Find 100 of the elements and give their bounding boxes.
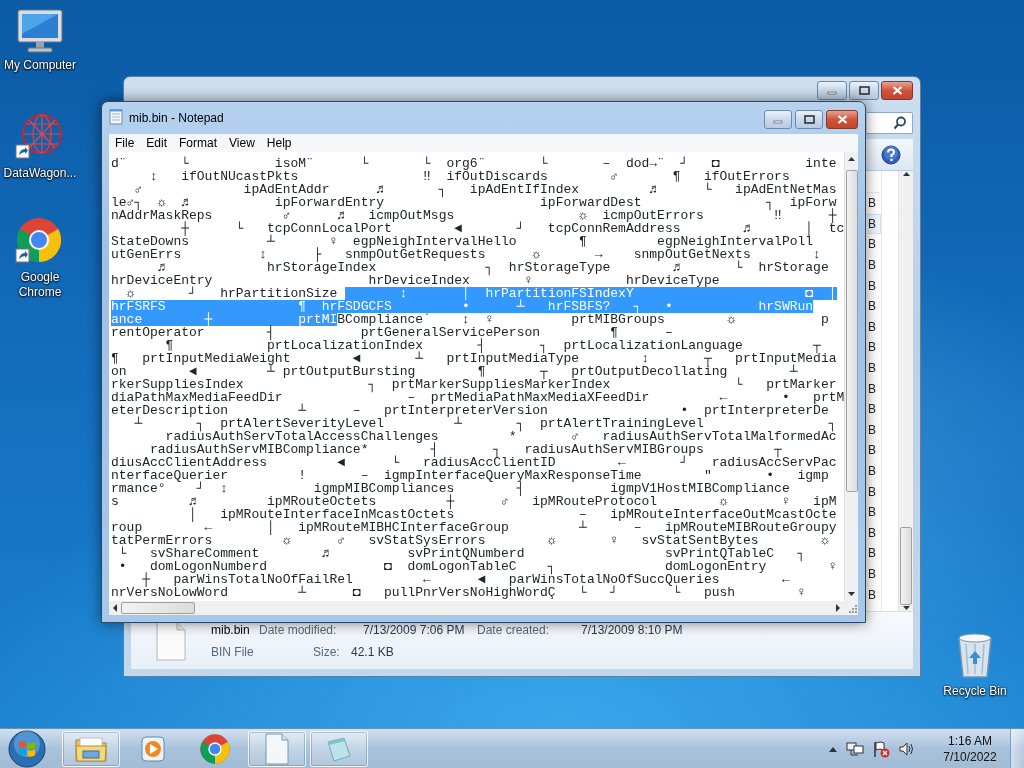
size-text: B (868, 195, 876, 213)
file-type: BIN File (211, 643, 255, 661)
list-row[interactable]: B (867, 522, 881, 544)
text-line: ┼ └ tcpConnLocalPort ◄ ┘ tcpConnRemAddress ♬ │ tc (181, 222, 844, 235)
size-text: B (868, 442, 876, 460)
text-line: StateDowns ┴ ♀ egpNeighIntervalHello ¶ egpNeighIntervalPoll (111, 235, 814, 248)
list-row[interactable]: B (867, 419, 881, 441)
size-text: B (868, 483, 876, 501)
list-row[interactable]: B (867, 357, 881, 379)
size-text: B (868, 524, 876, 542)
text-line: ♂ ipAdEntAddr ♬ ┐ ipAdEntIfIndex ♬ └ ipAdEntNetMas (134, 183, 837, 196)
chrome-icon (199, 732, 231, 765)
size-text: B (868, 463, 876, 480)
menu-item[interactable]: View (223, 135, 261, 151)
maximize-icon (858, 86, 870, 95)
text-line: eterDescription ┴ – prtInterpreterVersion • prtInterpreterDe (111, 404, 829, 417)
text-line: └ svShareComment ♬ svPrintQNumberd svPrintQTableC ┐ (117, 547, 806, 560)
minimize-button[interactable] (817, 81, 847, 100)
size-text: B (868, 257, 876, 275)
icon-label[interactable]: DataWagon... (3, 166, 77, 181)
list-row[interactable]: B (867, 460, 881, 482)
flag-icon[interactable] (872, 739, 890, 758)
list-row[interactable]: B (867, 501, 881, 523)
start-button[interactable] (7, 728, 47, 768)
scroll-thumb[interactable] (121, 602, 195, 614)
size-text: B (868, 236, 876, 254)
list-row[interactable]: B (867, 193, 881, 214)
text-line: rentOperator ┤ prtGeneralServicePerson ¶ – (111, 326, 673, 339)
field-value: 7/13/2009 8:10 PM (581, 621, 683, 639)
text-line: nAddrMaskReps ♂ ♬ icmpOutMsgs ☼ icmpOutErrors ‼ ┼ (111, 209, 837, 222)
network-icon[interactable] (846, 739, 864, 758)
computer-icon[interactable] (14, 8, 66, 54)
size-text: B (868, 318, 876, 336)
list-row[interactable]: B (867, 378, 881, 399)
text-line: rkerSuppliesIndex ┐ prtMarkerSuppliesMarkerIndex └ prtMarker (111, 378, 837, 391)
text-line: nrVersNoLowWord ┴ ◘ pullPnrVersNoHighWordÇ └ ┘ └ push ♀ (111, 586, 806, 599)
scrollbar[interactable] (844, 152, 858, 601)
menu-item[interactable]: Format (173, 135, 224, 151)
text-line: ☼ ┘ hrPartitionSize (126, 287, 339, 300)
text-line: radiusAuthServMIBCompliance* ┤ ┐ radiusAuthServMIBGroups ┬ (149, 443, 782, 456)
minimize-button[interactable] (764, 110, 792, 129)
text-line: ┴ ┐ prtAlertSeverityLevel ┴ ┐ prtAlertTrainingLevel ┐ (134, 417, 837, 430)
size-text: B (868, 545, 876, 563)
text-line: rmance° ┘ ↕ igmpMIBCompliances ┤ igmpV1HostMIBCompliance (111, 482, 790, 495)
menu-item[interactable]: Edit (140, 135, 174, 151)
list-row[interactable]: B (867, 316, 881, 338)
search-field[interactable] (867, 112, 913, 134)
help-icon[interactable] (881, 144, 901, 165)
menu-item[interactable]: File (109, 135, 141, 151)
field-label: Size: (313, 643, 341, 661)
taskbar-button[interactable] (62, 730, 120, 767)
text-line: utGenErrs ↕ ├ snmpOutGetRequests ☼ → snmpOutGetNexts ↕ (111, 248, 821, 261)
windows-logo-icon (7, 728, 47, 768)
scrollbar[interactable] (898, 171, 913, 611)
size-text: B (868, 421, 876, 439)
field-value: 7/13/2009 7:06 PM (363, 621, 466, 639)
scroll-thumb[interactable] (845, 170, 858, 492)
icon-label[interactable]: Recycle Bin (943, 684, 1007, 699)
maximize-button[interactable] (849, 81, 879, 100)
list-row[interactable]: B (867, 563, 881, 585)
list-row[interactable]: B (867, 295, 881, 317)
text-line: tatPermErrors ☼ ♂ svStatSysErrors ☼ ♀ svStatSentBytes ☼ (111, 534, 829, 547)
show-desktop-button[interactable] (1010, 728, 1024, 768)
text-line: radiusAuthServTotalAccessChallenges * ♂ radiusAuthServTotalMalformedAc (164, 430, 837, 443)
list-row[interactable]: B (867, 213, 881, 235)
text-line: ↕ ifOutNUcastPkts ‼ ifOutDiscards ♂ ¶ ifOutErrors (149, 170, 790, 183)
size-text: B (868, 566, 876, 583)
text-line: on ◄ ┴ prtOutputBursting ¶ ┬ prtOutputDecollating ┴ (111, 365, 798, 378)
text-line: ♬ hrStorageIndex ┐ hrStorageType ♬ └ hrStorage (157, 261, 829, 274)
text-line: ┼ parWinsTotalNoOfFailRel ← ◄ parWinsTotalNoOfSuccQueries ← (141, 573, 790, 586)
text-line: le♂┐ ☼ ♬ ipForwardEntry ipForwardDest ┐ ipForw (111, 196, 837, 209)
close-button[interactable] (881, 81, 913, 100)
notepad-icon (109, 108, 123, 125)
menu-item[interactable]: Help (260, 135, 298, 151)
list-row[interactable]: B (867, 398, 881, 420)
list-row[interactable]: B (867, 275, 881, 296)
globe-icon[interactable] (15, 112, 65, 162)
list-row[interactable]: B (867, 234, 881, 255)
icon-label[interactable]: Google Chrome (2, 270, 78, 300)
close-button[interactable] (826, 110, 858, 129)
clock-time[interactable]: 1:16 AM (948, 732, 992, 749)
list-row[interactable]: B (867, 440, 881, 461)
close-icon (891, 86, 903, 95)
icon-label[interactable]: My Computer (4, 58, 76, 73)
play-icon (138, 733, 168, 764)
clock-date[interactable]: 7/10/2022 (943, 748, 997, 765)
list-row[interactable]: B (867, 543, 881, 564)
text-line: hrDeviceEntry hrDeviceIndex ♀ hrDeviceType (111, 274, 720, 287)
size-text: B (868, 401, 876, 419)
maximize-button[interactable] (795, 110, 823, 129)
list-row[interactable]: B (867, 481, 881, 502)
list-row[interactable]: B (867, 337, 881, 358)
text-line: │ ipMRouteInterfaceInMcastOctets – ipMRouteInterfaceOutMcastOcte (188, 508, 837, 521)
scroll-thumb[interactable] (900, 527, 912, 605)
text-line: BCompliance´ ↕ ♀ prtMIBGroups ☼ p (337, 313, 829, 326)
list-row[interactable]: B (867, 254, 881, 276)
size-text: B (868, 215, 876, 233)
search-icon[interactable] (893, 116, 907, 130)
list-row[interactable]: B (867, 584, 881, 605)
text-line: diusAccClientAddress ◄ └ radiusAccClientID ← ┘ radiusAccServPac (111, 456, 837, 469)
